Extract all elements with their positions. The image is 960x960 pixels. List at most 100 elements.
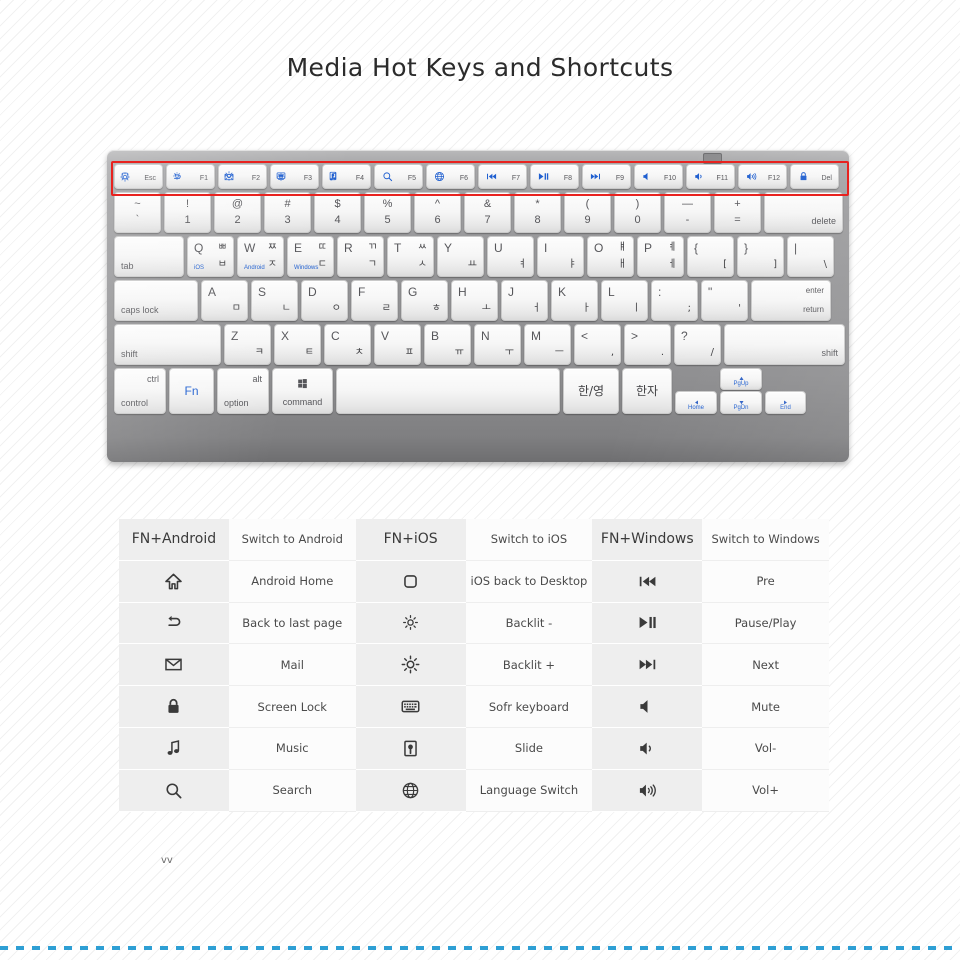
key-f5[interactable]: F5: [374, 164, 423, 189]
key-delete[interactable]: delete: [764, 192, 843, 233]
key-n[interactable]: Nㅜ: [474, 324, 521, 365]
key-h[interactable]: Hㅗ: [451, 280, 498, 321]
key-b[interactable]: Bㅠ: [424, 324, 471, 365]
key-label: tab: [121, 261, 134, 271]
previous-track-icon: [486, 169, 497, 185]
key-7[interactable]: & 7: [464, 192, 511, 233]
key-f1[interactable]: F1: [166, 164, 215, 189]
key-option[interactable]: alt option: [217, 368, 269, 414]
key-latin-label: {: [694, 241, 699, 255]
globe-icon: [434, 169, 445, 185]
key-u[interactable]: Uㅕ: [487, 236, 534, 277]
key-arrow-right[interactable]: End: [765, 391, 806, 414]
back-arrow-icon: [172, 169, 182, 185]
key-5[interactable]: % 5: [364, 192, 411, 233]
key-f2[interactable]: F2: [218, 164, 267, 189]
key-x[interactable]: Xㅌ: [274, 324, 321, 365]
key-`[interactable]: ~ `: [114, 192, 161, 233]
key-e[interactable]: E ㄸㄷ Windows: [287, 236, 334, 277]
key-shift-right[interactable]: shift: [724, 324, 845, 365]
key-t[interactable]: T ㅆㅅ: [387, 236, 434, 277]
key-j[interactable]: Jㅓ: [501, 280, 548, 321]
key-f[interactable]: Fㄹ: [351, 280, 398, 321]
key-hangul-upper: ㅖ: [667, 242, 677, 253]
key-del[interactable]: Del: [790, 164, 839, 189]
key-d[interactable]: Dㅇ: [301, 280, 348, 321]
key-0[interactable]: ) 0: [614, 192, 661, 233]
key-hanja[interactable]: 한자: [622, 368, 672, 414]
key-fn[interactable]: Fn: [169, 368, 214, 414]
key-}[interactable]: }]: [737, 236, 784, 277]
key-8[interactable]: * 8: [514, 192, 561, 233]
key-f8[interactable]: F8: [530, 164, 579, 189]
key-k[interactable]: Kㅏ: [551, 280, 598, 321]
key-=[interactable]: + =: [714, 192, 761, 233]
key-i[interactable]: Iㅑ: [537, 236, 584, 277]
key-c[interactable]: Cㅊ: [324, 324, 371, 365]
key-lower-label: command: [282, 397, 323, 407]
back-arrow-icon: [164, 613, 183, 632]
key-shift-left[interactable]: shift: [114, 324, 221, 365]
table-label-cell: Backlit -: [465, 602, 593, 645]
key-control[interactable]: ctrl control: [114, 368, 166, 414]
key-sym[interactable]: ? /: [674, 324, 721, 365]
key--[interactable]: — -: [664, 192, 711, 233]
key-9[interactable]: (9: [564, 192, 611, 233]
key-z[interactable]: Zㅋ: [224, 324, 271, 365]
key-f9[interactable]: F9: [582, 164, 631, 189]
key-label: delete: [811, 216, 836, 226]
key-v[interactable]: Vㅍ: [374, 324, 421, 365]
key-sym[interactable]: " ': [701, 280, 748, 321]
table-label-cell: Music: [228, 727, 356, 770]
key-a[interactable]: Aㅁ: [201, 280, 248, 321]
key-caps-lock[interactable]: caps lock: [114, 280, 198, 321]
key-f3[interactable]: F3: [270, 164, 319, 189]
key-hangul-lower: .: [660, 347, 664, 358]
key-|[interactable]: | \: [787, 236, 834, 277]
key-han-yeong[interactable]: 한/영: [563, 368, 619, 414]
key-4[interactable]: $4: [314, 192, 361, 233]
key-m[interactable]: Mㅡ: [524, 324, 571, 365]
key-1[interactable]: ! 1: [164, 192, 211, 233]
table-row: Android Home iOS back to Desktop Pre: [119, 560, 830, 603]
key-6[interactable]: ^ 6: [414, 192, 461, 233]
key-enter[interactable]: enter return: [751, 280, 831, 321]
key-f12[interactable]: F12: [738, 164, 787, 189]
key-sym[interactable]: :;: [651, 280, 698, 321]
key-arrow-down[interactable]: PgDn: [720, 391, 762, 414]
key-p[interactable]: P ㅖㅔ: [637, 236, 684, 277]
key-g[interactable]: Gㅎ: [401, 280, 448, 321]
arrow-key-cluster: PgUp Home PgDn End: [675, 368, 806, 414]
key-o[interactable]: O ㅒㅐ: [587, 236, 634, 277]
key-hangul-lower: ㅣ: [631, 303, 641, 314]
key-esc[interactable]: Esc: [114, 164, 163, 189]
fn-key-label: F2: [251, 175, 260, 182]
key-l[interactable]: Lㅣ: [601, 280, 648, 321]
key-command[interactable]: command: [272, 368, 333, 414]
key-arrow-left[interactable]: Home: [675, 391, 717, 414]
mute-icon: [642, 169, 653, 185]
table-icon-cell: [592, 727, 703, 770]
key-w[interactable]: W ㅉㅈ Android: [237, 236, 284, 277]
key-hangul-upper: ㅒ: [617, 242, 627, 253]
key-3[interactable]: #3: [264, 192, 311, 233]
key-f11[interactable]: F11: [686, 164, 735, 189]
key-f6[interactable]: F6: [426, 164, 475, 189]
key-f7[interactable]: F7: [478, 164, 527, 189]
key-latin-label: Z: [231, 329, 239, 343]
key-r[interactable]: R ㄲㄱ: [337, 236, 384, 277]
key-upper-label: *: [535, 198, 540, 210]
key-sym[interactable]: <,: [574, 324, 621, 365]
key-q[interactable]: Q ㅃㅂ iOS: [187, 236, 234, 277]
key-space[interactable]: [336, 368, 560, 414]
key-s[interactable]: Sㄴ: [251, 280, 298, 321]
key-2[interactable]: @2: [214, 192, 261, 233]
key-sym[interactable]: >.: [624, 324, 671, 365]
key-tab[interactable]: tab: [114, 236, 184, 277]
key-arrow-up[interactable]: PgUp: [720, 368, 762, 390]
key-f10[interactable]: F10: [634, 164, 683, 189]
key-y[interactable]: Yㅛ: [437, 236, 484, 277]
key-f4[interactable]: F4: [322, 164, 371, 189]
key-lower-label: 8: [534, 214, 541, 226]
key-{[interactable]: {[: [687, 236, 734, 277]
